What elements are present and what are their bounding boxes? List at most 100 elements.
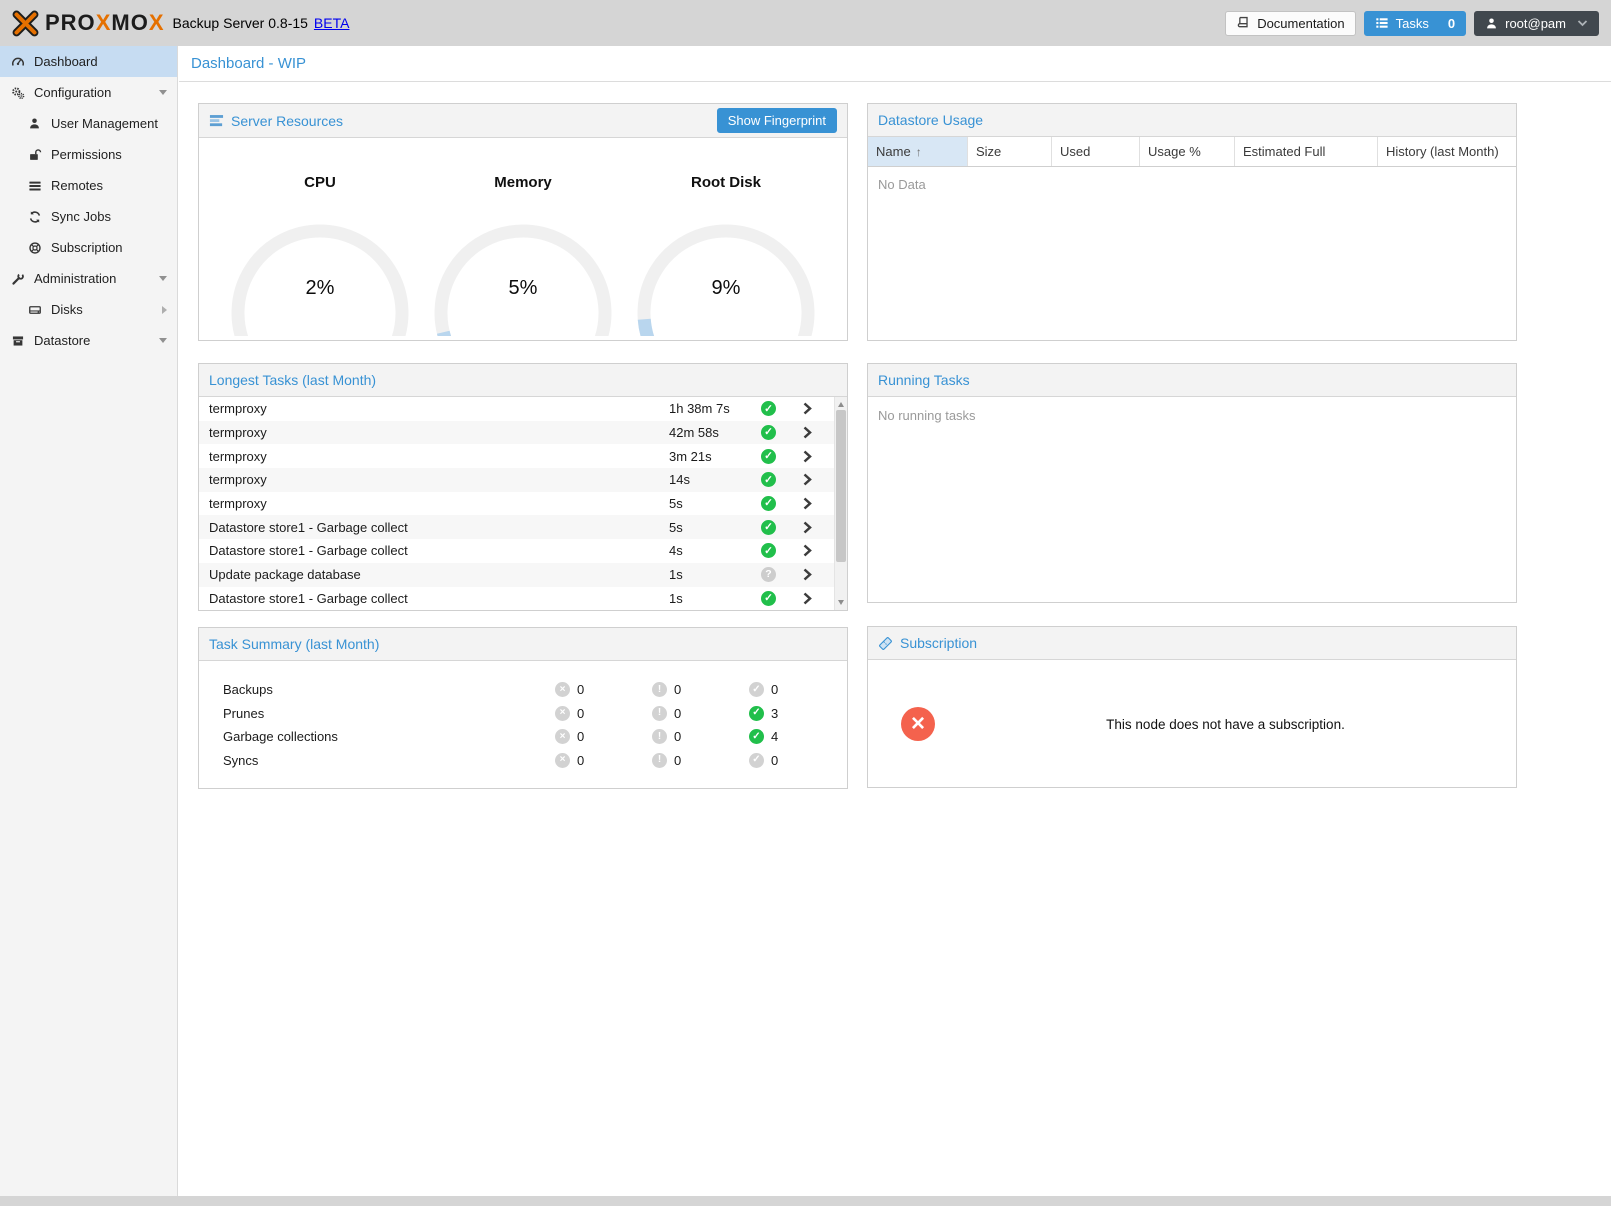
task-row[interactable]: termproxy 5s ✓ (199, 492, 847, 516)
status-ok-icon: ✓ (761, 401, 776, 416)
scrollbar[interactable] (834, 397, 847, 610)
sidebar-item-user-management[interactable]: User Management (0, 108, 177, 139)
column-header-history[interactable]: History (last Month) (1378, 137, 1516, 166)
documentation-label: Documentation (1257, 16, 1344, 31)
column-header-size[interactable]: Size (968, 137, 1052, 166)
column-header-used[interactable]: Used (1052, 137, 1140, 166)
table-header-row: Name↑ Size Used Usage % Estimated Full H… (868, 137, 1516, 167)
column-header-name[interactable]: Name↑ (868, 137, 968, 166)
unlock-icon (26, 148, 43, 162)
dashboard-icon (9, 55, 26, 69)
gauge-value: 5% (428, 277, 618, 300)
sidebar-item-sync-jobs[interactable]: Sync Jobs (0, 201, 177, 232)
task-duration: 42m 58s (655, 425, 761, 440)
open-task-chevron-icon[interactable] (794, 473, 836, 486)
gauge-label: Memory (494, 174, 552, 191)
task-row[interactable]: Datastore store1 - Garbage collect 4s ✓ (199, 539, 847, 563)
task-duration: 1s (655, 567, 761, 582)
open-task-chevron-icon[interactable] (794, 497, 836, 510)
page-title: Dashboard - WIP (179, 46, 1611, 82)
scroll-down-icon[interactable] (838, 600, 844, 605)
open-task-chevron-icon[interactable] (794, 450, 836, 463)
subscription-panel: Subscription × This node does not have a… (867, 626, 1517, 788)
book-icon (1236, 16, 1250, 30)
longest-tasks-list: termproxy 1h 38m 7s ✓ termproxy 42m 58s … (199, 397, 847, 610)
task-summary-body: Backups ×0 !0 ✓0 Prunes ×0 !0 ✓3 Garbage… (199, 661, 847, 772)
panel-title: Datastore Usage (878, 112, 983, 128)
status-ok-icon: ✓ (761, 591, 776, 606)
scrollbar-thumb[interactable] (836, 410, 846, 562)
collapse-arrow-icon[interactable] (159, 276, 167, 281)
sidebar-item-datastore[interactable]: Datastore (0, 325, 177, 356)
sidebar-item-configuration[interactable]: Configuration (0, 77, 177, 108)
task-row[interactable]: termproxy 1h 38m 7s ✓ (199, 397, 847, 421)
warning-count-icon: ! (652, 706, 667, 721)
task-duration: 14s (655, 472, 761, 487)
open-task-chevron-icon[interactable] (794, 568, 836, 581)
error-count: 0 (577, 753, 584, 768)
task-row[interactable]: Datastore store1 - Garbage collect 1s ✓ (199, 587, 847, 611)
task-row[interactable]: Update package database 1s ? (199, 563, 847, 587)
open-task-chevron-icon[interactable] (794, 402, 836, 415)
open-task-chevron-icon[interactable] (794, 544, 836, 557)
sidebar-item-label: Datastore (34, 333, 90, 348)
warning-count: 0 (674, 682, 681, 697)
documentation-button[interactable]: Documentation (1225, 11, 1355, 36)
column-header-usage-percent[interactable]: Usage % (1140, 137, 1235, 166)
open-task-chevron-icon[interactable] (794, 592, 836, 605)
task-row[interactable]: termproxy 3m 21s ✓ (199, 444, 847, 468)
error-count: 0 (577, 706, 584, 721)
top-bar: PROXMOX Backup Server 0.8-15 BETA Docume… (0, 0, 1611, 46)
task-row[interactable]: Datastore store1 - Garbage collect 5s ✓ (199, 515, 847, 539)
user-menu-button[interactable]: root@pam (1474, 11, 1599, 36)
beta-link[interactable]: BETA (314, 15, 350, 31)
sidebar-item-label: Administration (34, 271, 116, 286)
sidebar-item-administration[interactable]: Administration (0, 263, 177, 294)
task-list-icon (1375, 16, 1389, 30)
error-count-icon: × (555, 753, 570, 768)
open-task-chevron-icon[interactable] (794, 521, 836, 534)
longest-tasks-panel: Longest Tasks (last Month) termproxy 1h … (198, 363, 848, 611)
server-resources-panel: Server Resources Show Fingerprint CPU 2% (198, 103, 848, 341)
collapse-arrow-icon[interactable] (159, 338, 167, 343)
column-header-estimated-full[interactable]: Estimated Full (1235, 137, 1378, 166)
scroll-up-icon[interactable] (838, 402, 844, 407)
summary-row: Garbage collections ×0 !0 ✓4 (199, 725, 847, 749)
collapse-arrow-icon[interactable] (159, 90, 167, 95)
ok-count-icon: ✓ (749, 753, 764, 768)
warning-count-icon: ! (652, 682, 667, 697)
panel-title: Subscription (900, 635, 977, 651)
status-ok-icon: ✓ (761, 472, 776, 487)
status-unknown-icon: ? (761, 567, 776, 582)
server-resources-icon (209, 113, 224, 128)
sidebar-item-label: Permissions (51, 147, 122, 162)
support-icon (26, 241, 43, 255)
status-ok-icon: ✓ (761, 425, 776, 440)
open-task-chevron-icon[interactable] (794, 426, 836, 439)
tasks-button[interactable]: Tasks 0 (1364, 11, 1466, 36)
wordmark-part: MO (111, 10, 148, 35)
gears-icon (9, 86, 26, 100)
gauge-label: CPU (304, 174, 336, 191)
task-row[interactable]: termproxy 42m 58s ✓ (199, 421, 847, 445)
running-tasks-header: Running Tasks (868, 364, 1516, 397)
sidebar-item-dashboard[interactable]: Dashboard (0, 46, 177, 77)
task-row[interactable]: termproxy 14s ✓ (199, 468, 847, 492)
sidebar-item-remotes[interactable]: Remotes (0, 170, 177, 201)
task-name: Datastore store1 - Garbage collect (199, 591, 655, 606)
task-duration: 4s (655, 543, 761, 558)
summary-row: Syncs ×0 !0 ✓0 (199, 749, 847, 773)
status-ok-icon: ✓ (761, 520, 776, 535)
proxmox-logo: PROXMOX (12, 10, 165, 37)
gauge-value: 2% (225, 277, 415, 300)
sidebar-item-permissions[interactable]: Permissions (0, 139, 177, 170)
user-name-label: root@pam (1505, 16, 1566, 31)
task-name: termproxy (199, 449, 655, 464)
sidebar-item-subscription[interactable]: Subscription (0, 232, 177, 263)
ok-count: 3 (771, 706, 778, 721)
show-fingerprint-button[interactable]: Show Fingerprint (717, 108, 837, 133)
sidebar-item-disks[interactable]: Disks (0, 294, 177, 325)
expand-arrow-icon[interactable] (162, 306, 167, 314)
sidebar-item-label: Disks (51, 302, 83, 317)
task-summary-header: Task Summary (last Month) (199, 628, 847, 661)
